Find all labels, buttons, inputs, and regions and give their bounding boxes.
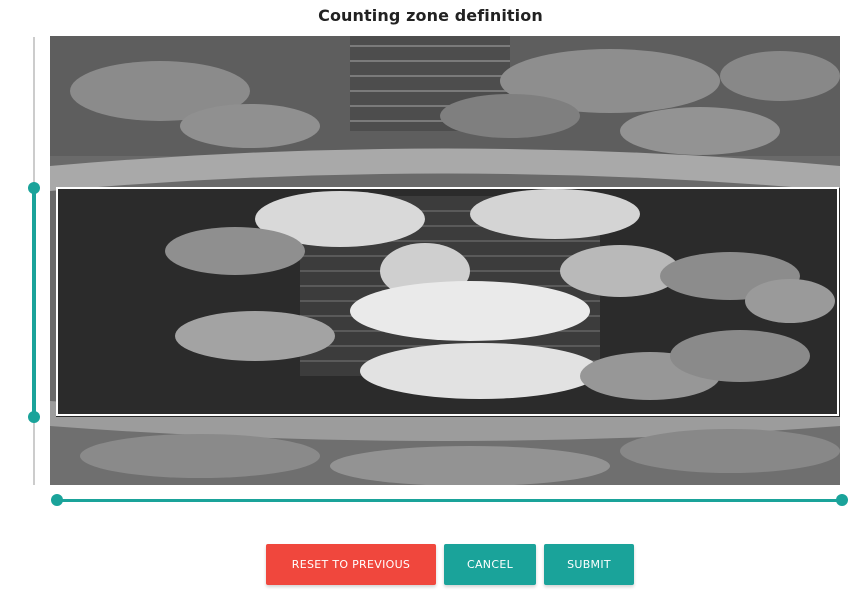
horizontal-left-handle[interactable] [51,494,63,506]
counting-zone-rectangle[interactable] [56,187,839,416]
vertical-top-handle[interactable] [28,182,40,194]
horizontal-right-handle[interactable] [836,494,848,506]
page-title: Counting zone definition [318,6,543,25]
reset-to-previous-button[interactable]: RESET TO PREVIOUS [266,544,436,585]
counting-zone-page: Counting zone definition RESET TO PREVIO… [0,0,861,595]
horizontal-slider-range[interactable] [57,499,842,502]
cancel-button[interactable]: CANCEL [444,544,536,585]
vertical-bottom-handle[interactable] [28,411,40,423]
submit-button[interactable]: SUBMIT [544,544,634,585]
vertical-slider-range[interactable] [32,188,36,417]
